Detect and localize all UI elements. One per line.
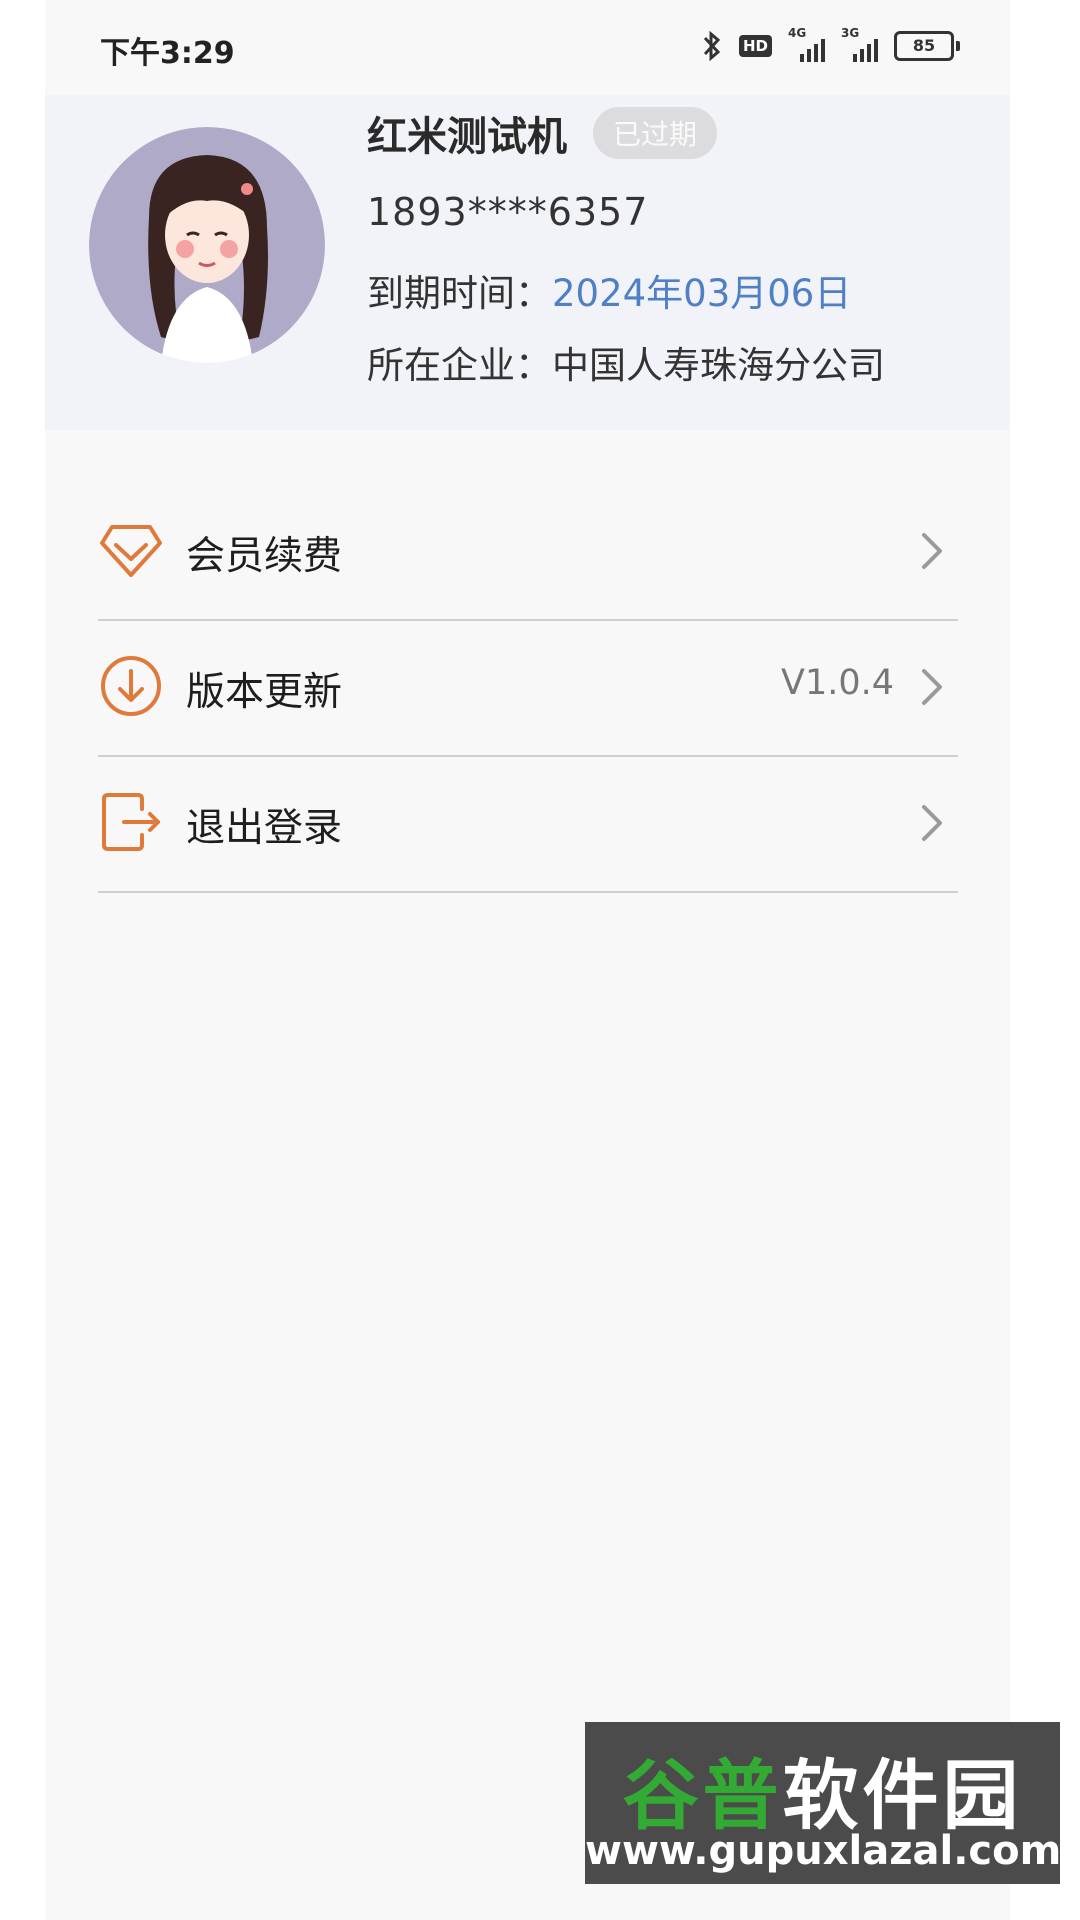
company-label: 所在企业： xyxy=(367,344,552,387)
network-type-4g: 4G xyxy=(788,26,807,40)
download-icon xyxy=(98,653,164,719)
battery-icon: 85 xyxy=(894,31,960,61)
watermark: 谷普软件园 www.gupuxlazal.com xyxy=(585,1722,1062,1884)
diamond-icon xyxy=(98,517,164,583)
status-badge: 已过期 xyxy=(593,107,718,159)
expiry-row: 到期时间：2024年03月06日 xyxy=(367,263,851,317)
expiry-value: 2024年03月06日 xyxy=(552,272,852,315)
hd-voice-icon: HD xyxy=(738,35,772,57)
user-name-row: 红米测试机 已过期 xyxy=(367,103,718,163)
battery-level: 85 xyxy=(894,31,954,61)
status-time: 下午3:29 xyxy=(100,36,235,71)
logout-icon xyxy=(98,789,164,855)
chevron-right-icon xyxy=(918,801,946,845)
watermark-logo-part2: 软件园 xyxy=(782,1751,1023,1840)
signal-3g-icon: 3G xyxy=(841,26,878,62)
chevron-right-icon xyxy=(918,665,946,709)
user-name: 红米测试机 xyxy=(367,114,567,160)
profile-card: 红米测试机 已过期 1893****6357 到期时间：2024年03月06日 … xyxy=(45,95,1010,430)
user-phone: 1893****6357 xyxy=(367,190,649,234)
company-value: 中国人寿珠海分公司 xyxy=(552,344,885,387)
company-row: 所在企业：中国人寿珠海分公司 xyxy=(367,335,885,389)
menu-label-membership-renewal: 会员续费 xyxy=(186,534,343,579)
signal-4g-icon: 4G xyxy=(788,26,825,62)
watermark-logo-part1: 谷普 xyxy=(622,1751,783,1840)
network-type-3g: 3G xyxy=(841,26,860,40)
menu-label-logout: 退出登录 xyxy=(186,806,343,851)
avatar[interactable] xyxy=(89,127,325,363)
status-icons: HD 4G 3G 85 xyxy=(701,26,960,66)
phone-screen: 下午3:29 HD 4G 3G 85 红米测试机 已过期 1893****635… xyxy=(45,0,1010,1920)
status-bar: 下午3:29 HD 4G 3G 85 xyxy=(45,0,1010,95)
menu-item-membership-renewal[interactable]: 会员续费 xyxy=(98,485,958,621)
menu-label-version-update: 版本更新 xyxy=(186,670,343,715)
settings-menu: 会员续费 版本更新 V1.0.4 退出登录 xyxy=(98,485,958,893)
chevron-right-icon xyxy=(918,529,946,573)
bluetooth-icon xyxy=(701,30,723,62)
expiry-label: 到期时间： xyxy=(367,272,552,315)
menu-item-version-update[interactable]: 版本更新 V1.0.4 xyxy=(98,621,958,757)
app-version: V1.0.4 xyxy=(781,663,894,703)
watermark-url: www.gupuxlazal.com xyxy=(585,1828,1062,1874)
menu-item-logout[interactable]: 退出登录 xyxy=(98,757,958,893)
